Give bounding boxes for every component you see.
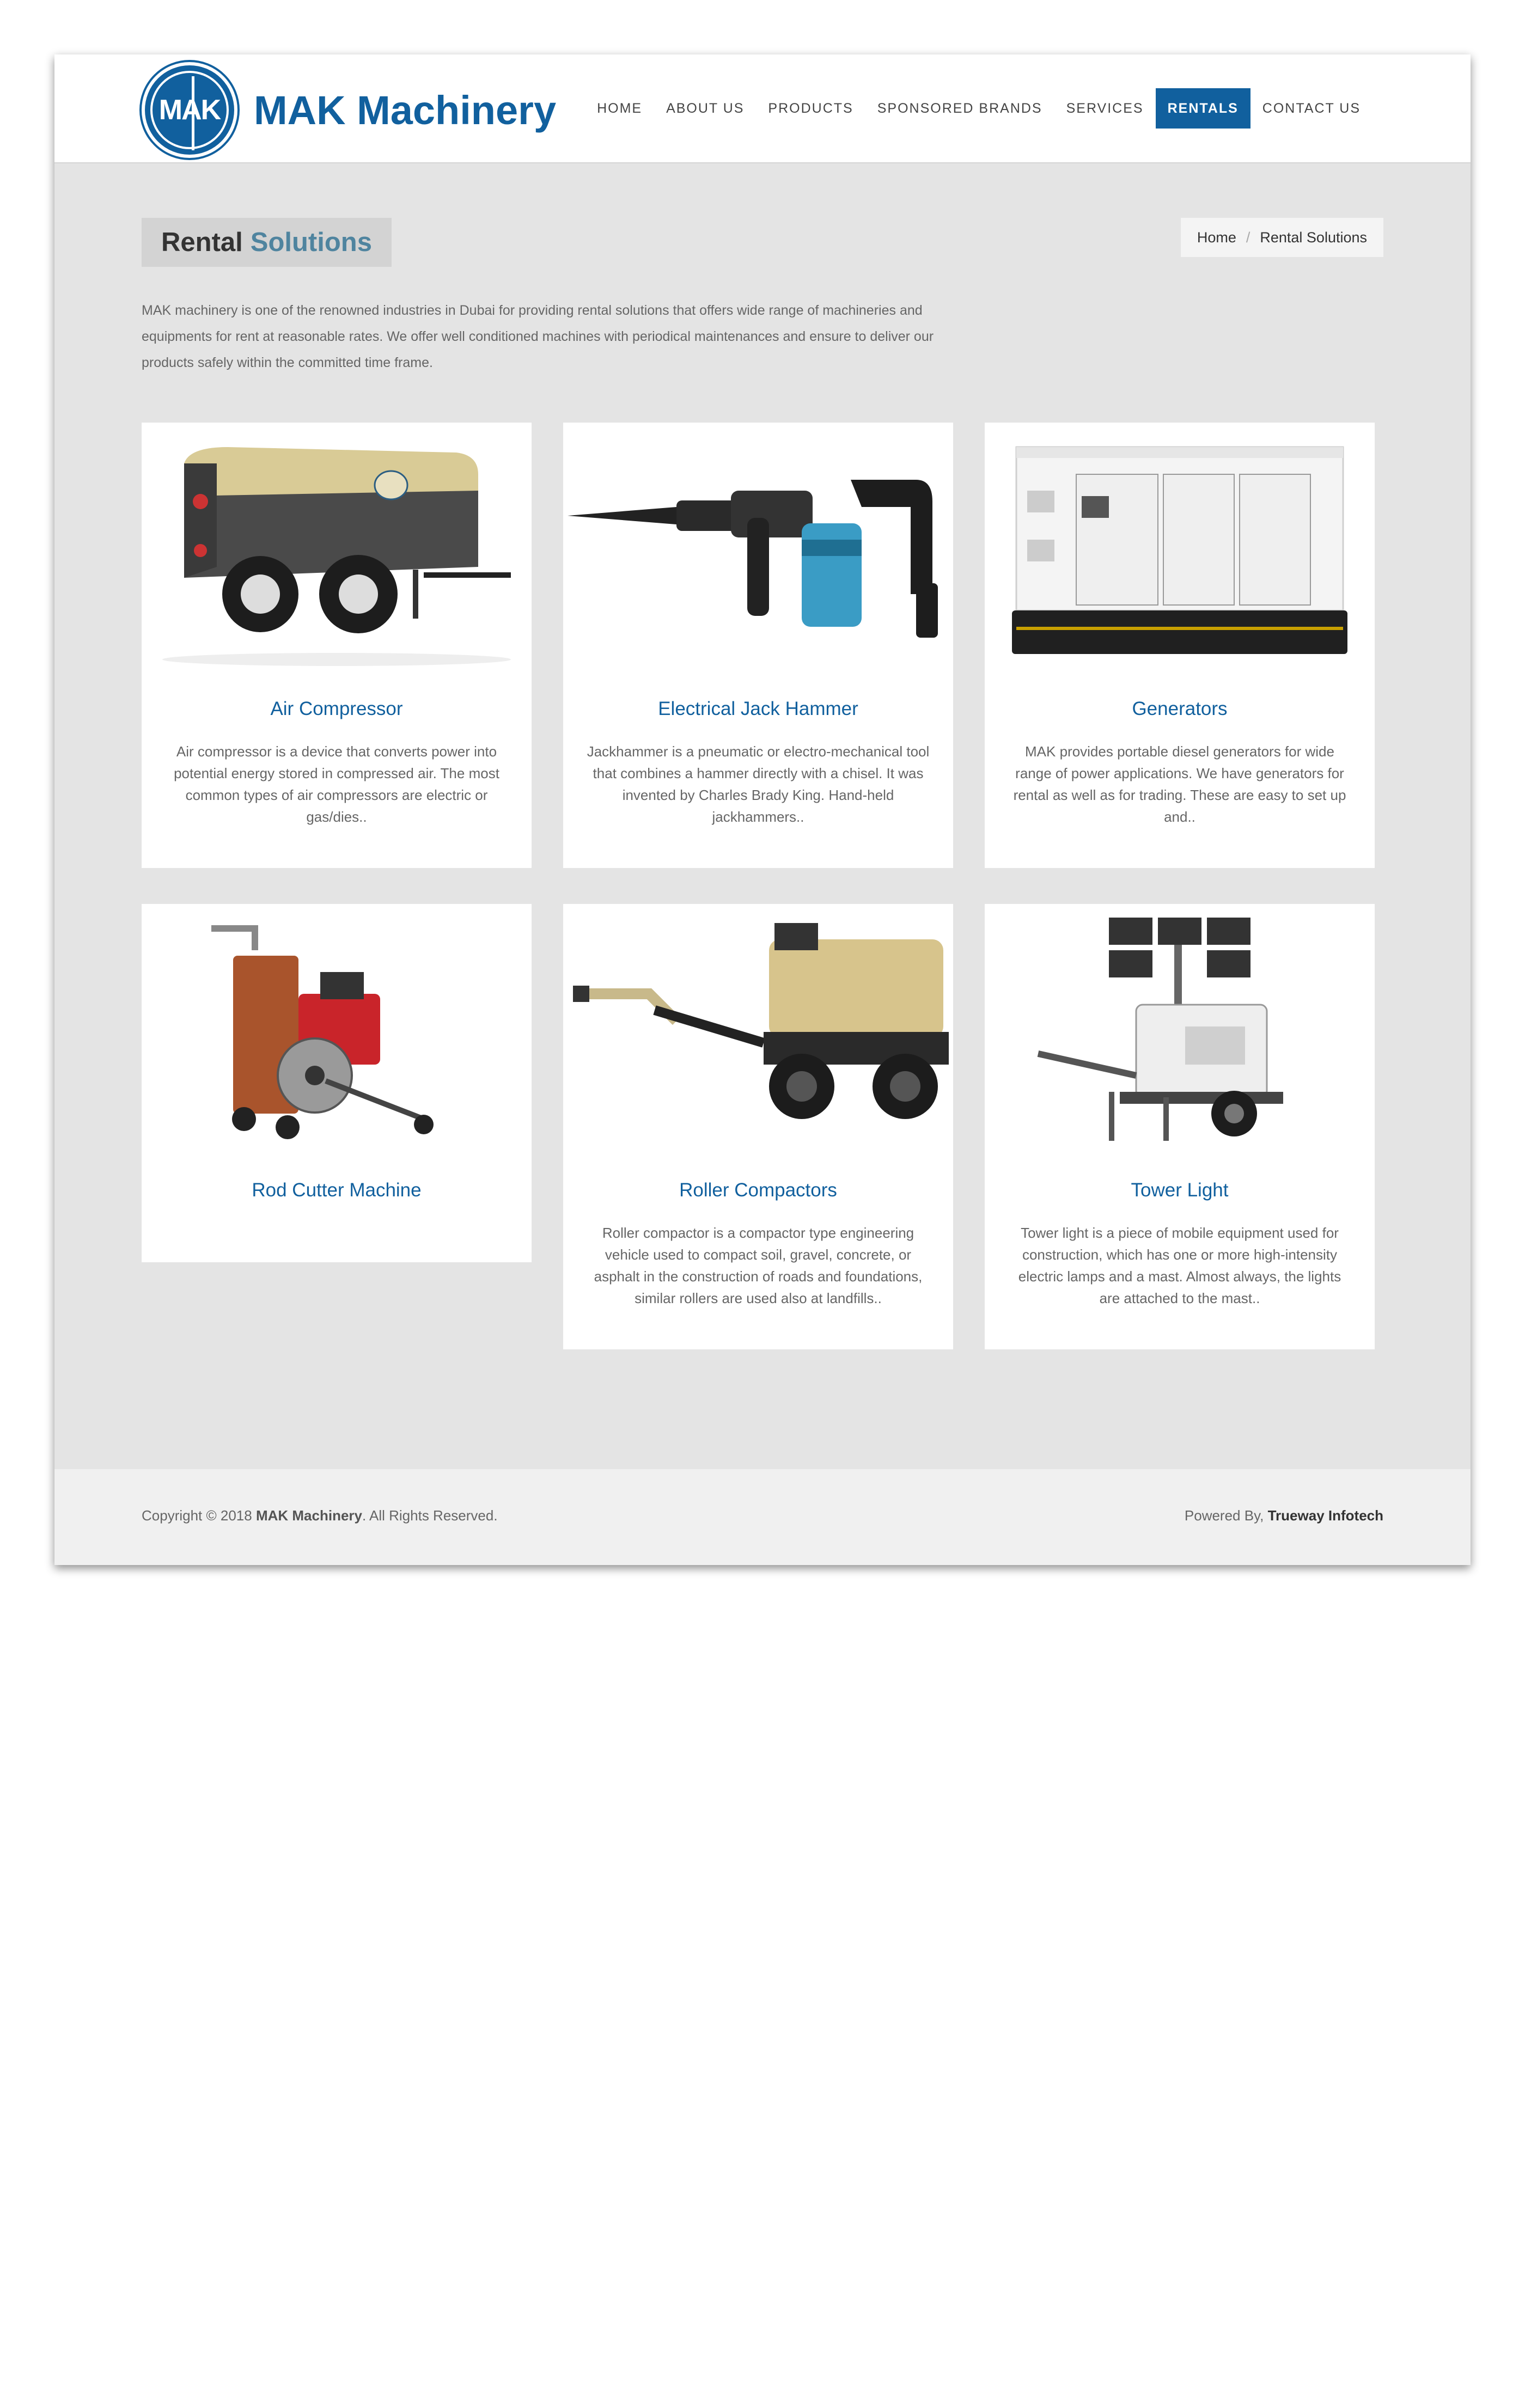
card-title[interactable]: Electrical Jack Hammer: [563, 698, 953, 720]
rental-card-generators[interactable]: Generators MAK provides portable diesel …: [985, 423, 1375, 868]
card-description: Roller compactor is a compactor type eng…: [594, 1225, 923, 1306]
card-title[interactable]: Air Compressor: [142, 698, 532, 720]
card-title[interactable]: Tower Light: [985, 1179, 1375, 1201]
page-title: Rental Solutions: [142, 218, 392, 267]
card-description: Tower light is a piece of mobile equipme…: [1018, 1225, 1341, 1306]
nav-about-us[interactable]: ABOUT US: [654, 88, 756, 129]
copyright-company: MAK Machinery: [255, 1507, 362, 1524]
main-nav: HOME ABOUT US PRODUCTS SPONSORED BRANDS …: [585, 88, 1372, 129]
site-header: MAK MAK Machinery HOME ABOUT US PRODUCTS…: [54, 54, 1471, 163]
card-title[interactable]: Rod Cutter Machine: [142, 1179, 532, 1201]
logo-text: MAK Machinery: [254, 87, 557, 133]
rental-card-tower-light[interactable]: Tower Light Tower light is a piece of mo…: [985, 904, 1375, 1349]
site-footer: Copyright © 2018 MAK Machinery. All Righ…: [54, 1469, 1471, 1565]
page-title-part2: Solutions: [250, 228, 372, 257]
generator-image[interactable]: [985, 423, 1375, 679]
card-description: Jackhammer is a pneumatic or electro-mec…: [587, 743, 930, 825]
powered-by: Powered By, Trueway Infotech: [1185, 1507, 1383, 1524]
card-description: MAK provides portable diesel generators …: [1013, 743, 1346, 825]
powered-prefix: Powered By,: [1184, 1507, 1264, 1524]
rental-card-rod-cutter[interactable]: Rod Cutter Machine: [142, 904, 532, 1262]
card-title[interactable]: Roller Compactors: [563, 1179, 953, 1201]
page-title-part1: Rental: [161, 228, 243, 257]
copyright-prefix: Copyright © 2018: [142, 1507, 252, 1524]
logo-mark-text: MAK: [158, 94, 221, 126]
site-logo[interactable]: MAK MAK Machinery: [139, 60, 557, 160]
roller-compactor-image[interactable]: [563, 904, 953, 1160]
breadcrumb-separator: /: [1246, 229, 1250, 246]
powered-company-link[interactable]: Trueway Infotech: [1268, 1507, 1383, 1524]
intro-text: MAK machinery is one of the renowned ind…: [142, 303, 934, 370]
rental-card-jack-hammer[interactable]: Electrical Jack Hammer Jackhammer is a p…: [563, 423, 953, 868]
nav-products[interactable]: PRODUCTS: [756, 88, 865, 129]
nav-sponsored-brands[interactable]: SPONSORED BRANDS: [865, 88, 1054, 129]
page-frame: MAK MAK Machinery HOME ABOUT US PRODUCTS…: [54, 54, 1471, 1565]
jack-hammer-image[interactable]: [563, 423, 953, 679]
nav-contact-us[interactable]: CONTACT US: [1250, 88, 1372, 129]
nav-rentals[interactable]: RENTALS: [1155, 88, 1250, 129]
logo-mark: MAK: [139, 60, 240, 160]
copyright-text: Copyright © 2018 MAK Machinery. All Righ…: [142, 1507, 498, 1524]
breadcrumb-home[interactable]: Home: [1197, 229, 1236, 246]
rental-card-roller-compactors[interactable]: Roller Compactors Roller compactor is a …: [563, 904, 953, 1349]
tower-light-image[interactable]: [985, 904, 1375, 1160]
card-title[interactable]: Generators: [985, 698, 1375, 720]
rental-card-air-compressor[interactable]: Air Compressor Air compressor is a devic…: [142, 423, 532, 868]
card-description: Air compressor is a device that converts…: [174, 743, 499, 825]
rod-cutter-image[interactable]: [142, 904, 532, 1160]
breadcrumb: Home / Rental Solutions: [1180, 218, 1383, 257]
copyright-suffix: . All Rights Reserved.: [362, 1507, 498, 1524]
air-compressor-image[interactable]: [142, 423, 532, 679]
breadcrumb-current: Rental Solutions: [1260, 229, 1367, 246]
nav-services[interactable]: SERVICES: [1054, 88, 1156, 129]
nav-home[interactable]: HOME: [585, 88, 654, 129]
